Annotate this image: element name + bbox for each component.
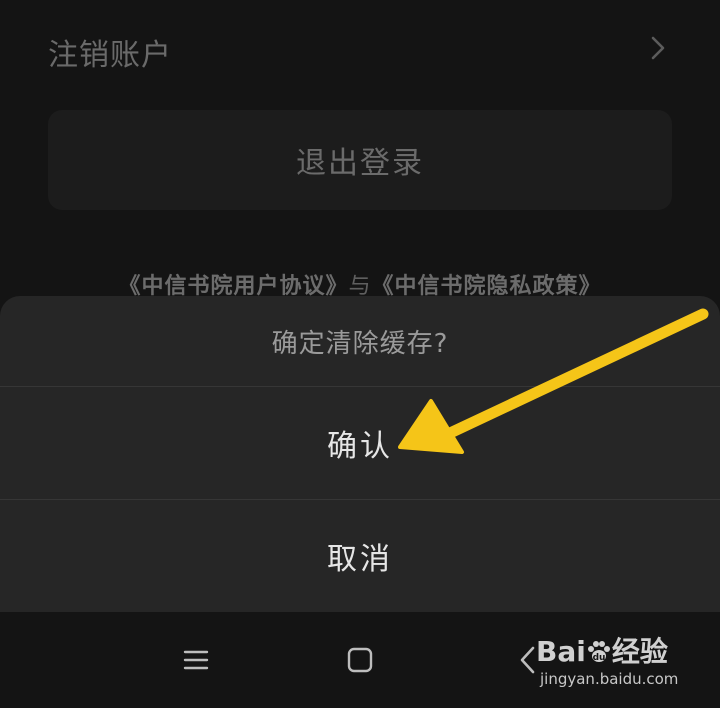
menu-icon [183, 650, 209, 670]
deactivate-account-label: 注销账户 [48, 38, 172, 73]
paw-icon: du [587, 641, 610, 663]
baidu-jingyan-watermark: Bai du 经验 jingyan.baidu.com [530, 628, 690, 696]
confirm-button[interactable]: 确认 [0, 387, 720, 499]
logout-button[interactable]: 退出登录 [48, 110, 672, 210]
cancel-button[interactable]: 取消 [0, 500, 720, 612]
screen: 注销账户 退出登录 《中信书院用户协议》与《中信书院隐私政策》 确定清除缓存? … [0, 0, 720, 708]
dialog-title: 确定清除缓存? [271, 328, 449, 359]
home-icon [347, 647, 373, 673]
chevron-right-icon [651, 36, 665, 60]
clear-cache-dialog: 确定清除缓存? 确认 取消 [0, 296, 720, 612]
watermark-brand-prefix: Bai [536, 635, 586, 668]
watermark-url: jingyan.baidu.com [540, 670, 679, 688]
svg-text:du: du [592, 653, 605, 663]
home-button[interactable] [340, 640, 380, 680]
watermark-brand-suffix: 经验 [611, 635, 668, 668]
watermark-brand: Bai du 经验 [536, 630, 668, 670]
menu-button[interactable] [176, 640, 216, 680]
deactivate-account-row[interactable]: 注销账户 [0, 0, 720, 100]
